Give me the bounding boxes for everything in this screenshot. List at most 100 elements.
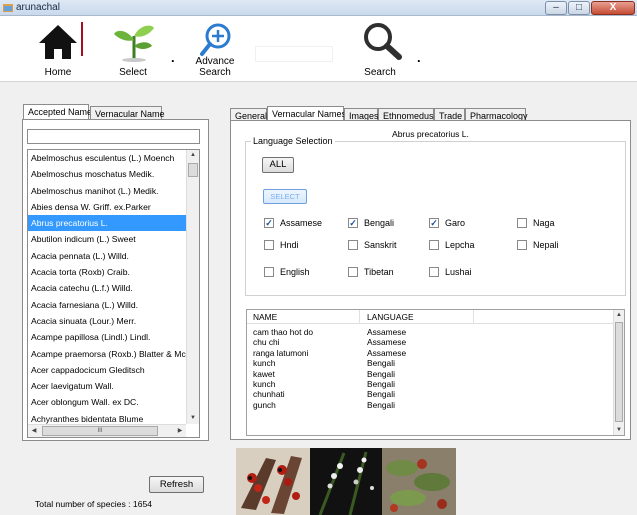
language-checkbox[interactable]: Lushai — [429, 266, 472, 279]
checkbox-empty-icon[interactable] — [517, 239, 527, 250]
species-list-item[interactable]: Abies densa W. Griff. ex.Parker — [28, 199, 199, 215]
language-checkbox-label: Assamese — [280, 218, 323, 228]
grid-cell-name[interactable]: kunch — [253, 358, 275, 368]
species-list-item[interactable]: Acacia sinuata (Lour.) Merr. — [28, 313, 199, 329]
close-button[interactable]: X — [591, 1, 635, 15]
tab-vernacular-names[interactable]: Vernacular Names — [267, 106, 346, 121]
species-list-vscrollbar[interactable]: ▲ ▼ — [186, 150, 199, 424]
refresh-button[interactable]: Refresh — [149, 476, 204, 493]
language-checkbox-label: Sanskrit — [364, 240, 397, 250]
checkbox-empty-icon[interactable] — [517, 217, 527, 228]
scroll-up-icon[interactable]: ▲ — [187, 150, 199, 161]
grid-scroll-thumb[interactable] — [615, 322, 623, 422]
language-checkbox[interactable]: ✓ Assamese — [264, 217, 323, 230]
language-checkbox[interactable]: ✓ Bengali — [348, 217, 395, 230]
toolbar-separator — [81, 22, 83, 56]
checkbox-empty-icon[interactable] — [348, 266, 358, 277]
checkmark-icon[interactable]: ✓ — [264, 217, 274, 228]
search-button[interactable]: Search — [340, 16, 420, 82]
grid-cell-name[interactable]: kawet — [253, 369, 275, 379]
search-dropdown-icon[interactable]: . — [417, 50, 421, 65]
language-checkbox[interactable]: Hndi — [264, 239, 299, 252]
checkbox-empty-icon[interactable] — [348, 239, 358, 250]
species-list-item[interactable]: Abelmoschus moschatus Medik. — [28, 166, 199, 182]
language-checkbox[interactable]: Lepcha — [429, 239, 475, 252]
species-filter-input[interactable] — [27, 129, 200, 144]
all-button[interactable]: ALL — [262, 157, 294, 173]
species-list-hscrollbar[interactable]: ◀ III ▶ — [28, 424, 186, 437]
advance-search-button[interactable]: Advance Search — [180, 16, 250, 82]
scroll-thumb[interactable] — [188, 163, 198, 177]
species-list-item[interactable]: Acacia torta (Roxb) Craib. — [28, 264, 199, 280]
toolbar-search-field[interactable] — [255, 46, 333, 62]
plant-images — [236, 448, 456, 515]
minimize-button[interactable]: – — [545, 1, 567, 15]
grid-vscrollbar[interactable]: ▲ ▼ — [613, 310, 624, 435]
checkmark-icon[interactable]: ✓ — [348, 217, 358, 228]
total-species-count: Total number of species : 1654 — [35, 499, 153, 509]
hscroll-thumb[interactable]: III — [42, 426, 158, 436]
checkbox-empty-icon[interactable] — [264, 266, 274, 277]
select-dropdown-icon[interactable]: . — [171, 50, 175, 65]
species-list-item[interactable]: Acer laevigatum Wall. — [28, 378, 199, 394]
species-list-item[interactable]: Acacia catechu (L.f.) Willd. — [28, 280, 199, 296]
language-checkbox[interactable]: Naga — [517, 217, 555, 230]
language-checkbox-label: Bengali — [364, 218, 395, 228]
species-list[interactable]: Abelmoschus esculentus (L.) Moench Abelmo… — [27, 149, 200, 438]
species-list-item[interactable]: Abutilon indicum (L.) Sweet — [28, 231, 199, 247]
language-checkbox[interactable]: English — [264, 266, 310, 279]
grid-cell-language[interactable]: Assamese — [367, 337, 406, 347]
select-languages-button[interactable]: SELECT — [263, 189, 307, 204]
grid-cell-language[interactable]: Bengali — [367, 358, 395, 368]
maximize-button[interactable]: □ — [568, 1, 590, 15]
grid-cell-name[interactable]: chu chi — [253, 337, 280, 347]
select-button[interactable]: Select — [100, 16, 166, 82]
species-list-item[interactable]: Abelmoschus esculentus (L.) Moench — [28, 150, 199, 166]
language-selection-title: Language Selection — [251, 136, 335, 146]
species-list-item[interactable]: Acacia pennata (L.) Willd. — [28, 248, 199, 264]
checkbox-empty-icon[interactable] — [429, 239, 439, 250]
grid-scroll-up-icon[interactable]: ▲ — [614, 310, 624, 320]
grid-cell-name[interactable]: ranga latumoni — [253, 348, 308, 358]
language-checkbox[interactable]: Nepali — [517, 239, 559, 252]
checkbox-empty-icon[interactable] — [264, 239, 274, 250]
scroll-right-icon[interactable]: ▶ — [176, 425, 184, 437]
grid-cell-language[interactable]: Bengali — [367, 389, 395, 399]
grid-cell-language[interactable]: Assamese — [367, 327, 406, 337]
tab-accepted-name[interactable]: Accepted Name — [23, 104, 92, 120]
species-list-item[interactable]: Acampe papillosa (Lindl.) Lindl. — [28, 329, 199, 345]
species-list-item[interactable]: Abrus precatorius L. — [28, 215, 199, 232]
species-list-item[interactable]: Acer oblongum Wall. ex DC. — [28, 394, 199, 410]
close-icon: X — [609, 2, 617, 13]
language-checkbox[interactable]: ✓ Garo — [429, 217, 466, 230]
column-header-name[interactable]: NAME — [253, 312, 277, 322]
grid-cell-name[interactable]: cam thao hot do — [253, 327, 313, 337]
scroll-down-icon[interactable]: ▼ — [187, 413, 199, 424]
language-checkbox[interactable]: Sanskrit — [348, 239, 397, 252]
search-label: Search — [364, 67, 396, 78]
home-button[interactable]: Home — [30, 16, 86, 82]
scroll-left-icon[interactable]: ◀ — [30, 425, 38, 437]
zoom-in-icon — [200, 23, 231, 56]
grid-cell-name[interactable]: kunch — [253, 379, 275, 389]
grid-cell-name[interactable]: gunch — [253, 400, 276, 410]
species-list-item[interactable]: Acacia farnesiana (L.) Willd. — [28, 297, 199, 313]
checkmark-icon[interactable]: ✓ — [429, 217, 439, 228]
species-list-item[interactable]: Acer cappadocicum Gleditsch — [28, 362, 199, 378]
language-checkbox-label: Lushai — [445, 267, 472, 277]
grid-cell-language[interactable]: Bengali — [367, 400, 395, 410]
language-checkbox[interactable]: Tibetan — [348, 266, 394, 279]
grid-cell-language[interactable]: Assamese — [367, 348, 406, 358]
language-checkbox-label: Garo — [445, 218, 466, 228]
language-checkbox-label: Lepcha — [445, 240, 475, 250]
checkbox-empty-icon[interactable] — [429, 266, 439, 277]
column-header-language[interactable]: LANGUAGE — [367, 312, 414, 322]
species-list-item[interactable]: Acampe praemorsa (Roxb.) Blatter & McC. — [28, 346, 199, 362]
grid-cell-name[interactable]: chunhati — [253, 389, 285, 399]
species-list-item[interactable]: Abelmoschus manihot (L.) Medik. — [28, 183, 199, 199]
grid-cell-language[interactable]: Bengali — [367, 379, 395, 389]
tab-vernacular-name[interactable]: Vernacular Name — [90, 106, 165, 120]
grid-cell-language[interactable]: Bengali — [367, 369, 395, 379]
select-label: Select — [119, 67, 147, 78]
grid-scroll-down-icon[interactable]: ▼ — [614, 425, 624, 435]
